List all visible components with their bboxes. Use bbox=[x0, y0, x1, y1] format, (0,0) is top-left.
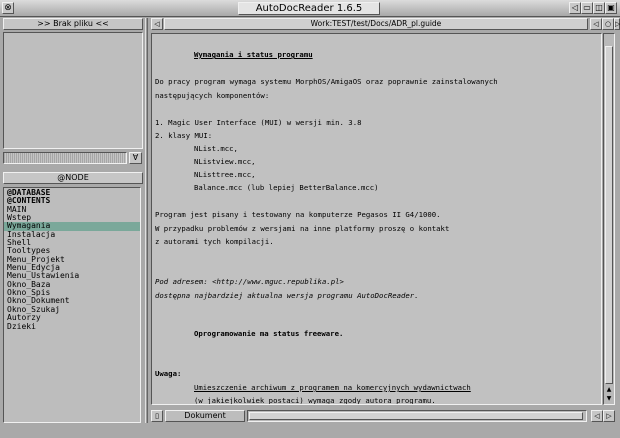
doc-note-label: Uwaga: bbox=[155, 369, 182, 378]
pick-node-button[interactable]: Ɐ bbox=[129, 152, 142, 164]
horizontal-scrollbar[interactable] bbox=[247, 410, 587, 422]
doc-address-link[interactable]: Pod adresem: <http://www.mguc.republika.… bbox=[155, 277, 344, 286]
doc-tested-line: Program jest pisany i testowany na kompu… bbox=[155, 210, 441, 219]
doc-intro-line: następujących komponentów: bbox=[155, 91, 270, 100]
document-icon[interactable]: ▯ bbox=[151, 410, 163, 422]
doc-note-line: (w jakiejkolwiek postaci) wymaga zgody a… bbox=[194, 396, 436, 405]
home-icon[interactable]: ○ bbox=[602, 18, 614, 30]
doc-note-line: Umieszczenie archiwum z programem na kom… bbox=[194, 383, 471, 392]
doc-address-line: dostępna najbardziej aktualna wersja pro… bbox=[155, 291, 419, 300]
scroll-up-icon[interactable]: ▲ bbox=[605, 386, 613, 395]
minimize-icon[interactable]: ▭ bbox=[581, 2, 593, 14]
window-title: AutoDocReader 1.6.5 bbox=[238, 2, 380, 15]
node-text-field[interactable] bbox=[3, 152, 127, 164]
doc-tested-line: W przypadku problemów z wersjami na inne… bbox=[155, 224, 450, 233]
doc-intro-line: Do pracy program wymaga systemu MorphOS/… bbox=[155, 77, 498, 86]
file-path: Work:TEST/test/Docs/ADR_pl.guide bbox=[164, 18, 588, 30]
scroll-left-icon[interactable]: ◁ bbox=[591, 410, 603, 422]
scroll-down-icon[interactable]: ▼ bbox=[605, 395, 613, 404]
title-bar[interactable]: ⊗ AutoDocReader 1.6.5 ◁ ▭ ◫ ▣ bbox=[0, 0, 620, 17]
depth-icon[interactable]: ▣ bbox=[605, 2, 617, 14]
forward-icon[interactable]: ▷ bbox=[614, 18, 620, 30]
scroll-right-icon[interactable]: ▷ bbox=[603, 410, 615, 422]
doc-requirement: 1. Magic User Interface (MUI) w wersji m… bbox=[155, 118, 362, 127]
back-small-icon[interactable]: ◁ bbox=[151, 18, 163, 30]
document-view[interactable]: Wymagania i status programu Do pracy pro… bbox=[151, 33, 602, 405]
file-select-button[interactable]: >> Brak pliku << bbox=[3, 18, 143, 30]
node-dzieki[interactable]: Dzieki bbox=[4, 322, 140, 331]
doc-mui-class: NListtree.mcc, bbox=[194, 170, 256, 179]
doc-freeware-status: Oprogramowanie ma status freeware. bbox=[194, 329, 344, 338]
close-window-icon[interactable]: ⊗ bbox=[2, 2, 14, 14]
scrollbar-knob[interactable] bbox=[605, 46, 613, 384]
doc-heading: Wymagania i status programu bbox=[194, 50, 313, 59]
zoom-icon[interactable]: ◫ bbox=[593, 2, 605, 14]
bottom-bar: ▯ Dokument ◁ ▷ bbox=[151, 410, 616, 423]
vertical-scrollbar[interactable]: ▲ ▼ bbox=[603, 33, 615, 405]
database-info-panel bbox=[3, 32, 143, 149]
node-button[interactable]: @NODE bbox=[3, 172, 143, 184]
doc-tested-line: z autorami tych kompilacji. bbox=[155, 237, 274, 246]
node-list[interactable]: @DATABASE @CONTENTS MAIN Wstep Wymagania… bbox=[3, 187, 141, 423]
column-divider[interactable] bbox=[145, 18, 148, 423]
doc-mui-class: NListview.mcc, bbox=[194, 157, 256, 166]
back-icon[interactable]: ◁ bbox=[590, 18, 602, 30]
iconify-icon[interactable]: ◁ bbox=[569, 2, 581, 14]
doc-requirement: 2. klasy MUI: bbox=[155, 131, 213, 140]
doc-mui-class: Balance.mcc (lub lepiej BetterBalance.mc… bbox=[194, 183, 379, 192]
doc-mui-class: NList.mcc, bbox=[194, 144, 238, 153]
tab-dokument[interactable]: Dokument bbox=[165, 410, 245, 422]
hscroll-knob[interactable] bbox=[249, 412, 583, 420]
